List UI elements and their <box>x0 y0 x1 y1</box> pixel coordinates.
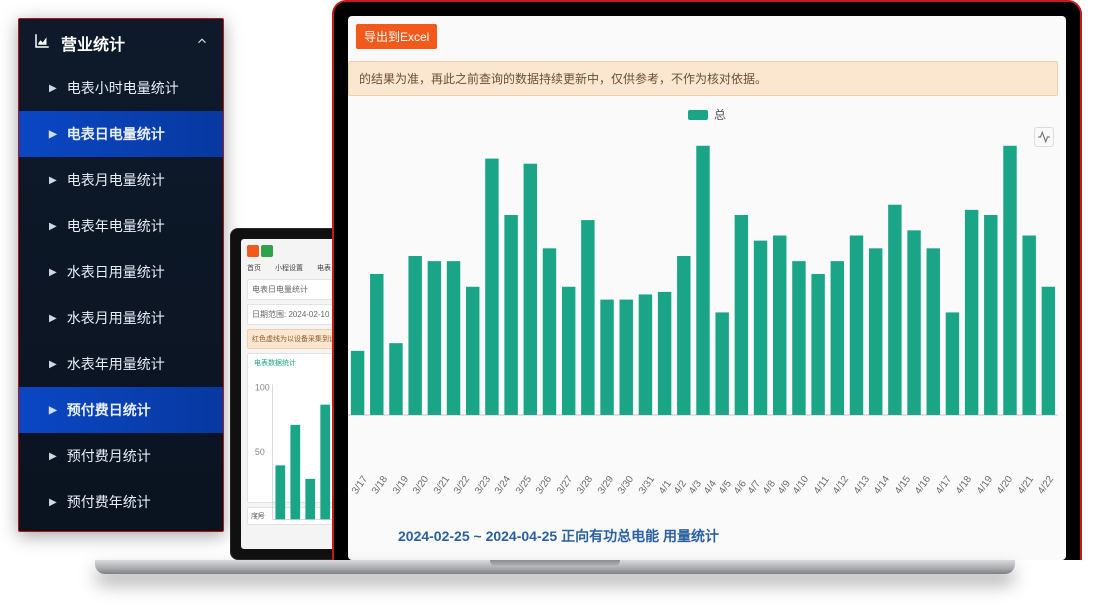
caret-right-icon: ▶ <box>49 129 57 140</box>
sidebar: 营业统计 ▶ 电表小时电量统计 ▶ 电表日电量统计 ▶ 电表月电量统计 ▶ 电表年电量统计 ▶ 水… <box>18 18 224 532</box>
laptop-base <box>95 560 1015 574</box>
tablet-btn-2[interactable] <box>261 245 273 257</box>
caret-right-icon: ▶ <box>49 359 57 370</box>
svg-text:0: 0 <box>255 511 260 521</box>
sidebar-item-1[interactable]: ▶ 电表日电量统计 <box>19 111 223 157</box>
sidebar-item-4[interactable]: ▶ 水表日用量统计 <box>19 249 223 295</box>
sidebar-item-label: 电表月电量统计 <box>67 170 165 190</box>
sidebar-item-label: 水表月用量统计 <box>67 308 165 328</box>
action-row: 导出到Excel <box>348 16 1066 57</box>
sidebar-item-3[interactable]: ▶ 电表年电量统计 <box>19 203 223 249</box>
sidebar-item-label: 预付费日统计 <box>67 400 151 420</box>
legend-label-total: 总 <box>714 106 726 123</box>
tablet-btn-1[interactable] <box>247 245 259 257</box>
sidebar-item-2[interactable]: ▶ 电表月电量统计 <box>19 157 223 203</box>
bar-chart <box>348 129 1058 445</box>
sidebar-title: 营业统计 <box>61 31 125 55</box>
chevron-up-icon <box>195 34 209 53</box>
sidebar-item-8[interactable]: ▶ 预付费月统计 <box>19 433 223 479</box>
legend-swatch-total <box>688 110 708 120</box>
caret-right-icon: ▶ <box>49 83 57 94</box>
laptop-device: 导出到Excel 的结果为准，再此之前查询的数据持续更新中，仅供参考，不作为核对… <box>332 0 1082 560</box>
sidebar-item-label: 预付费月统计 <box>67 446 151 466</box>
sidebar-header[interactable]: 营业统计 <box>19 19 223 65</box>
sidebar-item-label: 电表小时电量统计 <box>67 78 179 98</box>
chart-legend: 总 <box>348 106 1066 123</box>
chart-x-axis: 3/173/183/193/203/213/223/233/243/253/26… <box>348 490 1058 516</box>
caret-right-icon: ▶ <box>49 267 57 278</box>
chart-area-icon <box>33 32 51 55</box>
caret-right-icon: ▶ <box>49 405 57 416</box>
warning-notice: 的结果为准，再此之前查询的数据持续更新中，仅供参考，不作为核对依据。 <box>348 61 1058 96</box>
sidebar-item-label: 电表日电量统计 <box>67 124 165 144</box>
caret-right-icon: ▶ <box>49 221 57 232</box>
x-tick: 4/22 <box>1036 474 1066 505</box>
svg-text:100: 100 <box>255 382 270 392</box>
sidebar-item-label: 水表年用量统计 <box>67 354 165 374</box>
sidebar-item-9[interactable]: ▶ 预付费年统计 <box>19 479 223 525</box>
sidebar-item-label: 水表日用量统计 <box>67 262 165 282</box>
svg-text:50: 50 <box>255 447 265 457</box>
sidebar-item-label: 电表年电量统计 <box>67 216 165 236</box>
tablet-date-label: 日期范围: <box>252 310 286 319</box>
caret-right-icon: ▶ <box>49 497 57 508</box>
export-excel-button[interactable]: 导出到Excel <box>356 24 437 49</box>
sidebar-list: ▶ 电表小时电量统计 ▶ 电表日电量统计 ▶ 电表月电量统计 ▶ 电表年电量统计 ▶ 水表日用量统… <box>19 65 223 525</box>
tablet-tab-settings[interactable]: 小程设置 <box>275 263 303 273</box>
sidebar-item-0[interactable]: ▶ 电表小时电量统计 <box>19 65 223 111</box>
sidebar-item-5[interactable]: ▶ 水表月用量统计 <box>19 295 223 341</box>
caret-right-icon: ▶ <box>49 175 57 186</box>
caret-right-icon: ▶ <box>49 451 57 462</box>
sidebar-item-7[interactable]: ▶ 预付费日统计 <box>19 387 223 433</box>
tablet-tab-home[interactable]: 首页 <box>247 263 261 273</box>
chart-title: 2024-02-25 ~ 2024-04-25 正向有功总电能 用量统计 <box>348 516 1066 560</box>
sidebar-item-6[interactable]: ▶ 水表年用量统计 <box>19 341 223 387</box>
tablet-block-title: 电表日电量统计 <box>252 285 308 294</box>
caret-right-icon: ▶ <box>49 313 57 324</box>
sidebar-item-label: 预付费年统计 <box>67 492 151 512</box>
main-panel: 导出到Excel 的结果为准，再此之前查询的数据持续更新中，仅供参考，不作为核对… <box>348 16 1066 560</box>
chart-area: 3/173/183/193/203/213/223/233/243/253/26… <box>348 129 1058 516</box>
